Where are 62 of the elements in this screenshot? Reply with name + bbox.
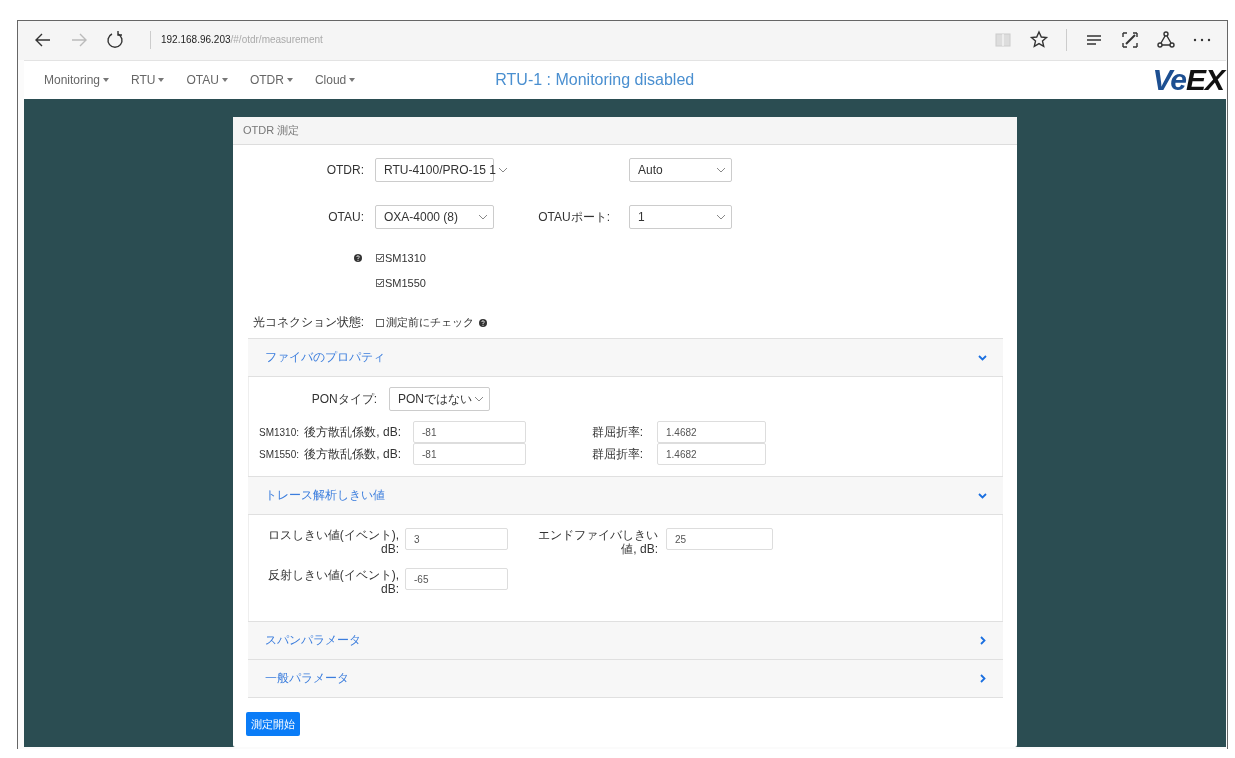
section-header[interactable]: スパンパラメータ [248,621,1003,660]
chevron-right-icon [978,674,987,683]
row-label: SM1550: [259,448,301,460]
caret-icon [286,77,293,82]
field-label: 反射しきい値(イベント), dB: [266,568,399,596]
caret-icon [103,77,110,82]
chevron-down-icon [479,214,487,220]
row-label: SM1310: [259,426,301,438]
chevron-down-icon [498,167,507,173]
field-label: OTAUポート: [537,208,611,226]
checkbox-label: SM1310 [385,252,426,264]
checkbox[interactable] [376,279,384,287]
help-icon[interactable] [354,254,362,262]
logo: VeEX [1152,64,1224,95]
input-field[interactable]: -81 [413,421,526,443]
section-header[interactable]: ファイバのプロパティ [248,338,1003,377]
tick-icon [377,280,383,286]
start-button[interactable]: 測定開始 [246,712,300,736]
caret-icon [221,77,228,82]
dropdown[interactable]: Auto [629,158,732,182]
input-field[interactable]: 1.4682 [657,443,766,465]
input-field[interactable]: -65 [405,568,508,590]
help-icon[interactable] [479,318,487,327]
chevron-down-icon [717,167,725,173]
field-label: OTDR: [325,163,365,177]
dropdown[interactable]: 1 [629,205,732,229]
caret-icon [349,77,356,82]
field-label: エンドファイバしきい値, dB: [537,528,658,556]
field-label: 群屈折率: [590,423,644,441]
checkbox[interactable] [376,318,384,327]
checkbox[interactable] [376,254,384,262]
chevron-down-icon [717,214,725,220]
dropdown[interactable]: PONではない [389,387,490,411]
field-label: 群屈折率: [590,445,644,463]
field-label: 後方散乱係数, dB: [303,445,402,463]
caret-icon [158,77,165,82]
field-label: PONタイプ: [310,390,378,408]
dropdown[interactable]: OXA-4000 (8) [375,205,494,229]
field-label: 光コネクション状態: [251,314,365,331]
nav-menu[interactable]: OTAU [186,72,228,87]
nav-menu[interactable]: RTU [131,72,165,87]
checkbox-label: 測定前にチェック [386,315,474,330]
field-label: 後方散乱係数, dB: [303,423,402,441]
chevron-down-icon [978,491,987,500]
nav-menu[interactable]: Monitoring [44,72,110,87]
input-field[interactable]: 1.4682 [657,421,766,443]
nav-menu[interactable]: OTDR [249,72,293,87]
chevron-down-icon [978,353,987,362]
chevron-right-icon [978,636,987,645]
status-text: RTU-1 : Monitoring disabled [495,70,696,89]
checkbox-label: SM1550 [385,277,426,289]
field-label: ロスしきい値(イベント), dB: [266,528,399,556]
input-field[interactable]: 25 [666,528,773,550]
chevron-down-icon [475,396,483,402]
section-header[interactable]: トレース解析しきい値 [248,476,1003,515]
input-field[interactable]: -81 [413,443,526,465]
nav-menu[interactable]: Cloud [314,72,356,87]
input-field[interactable]: 3 [405,528,508,550]
section-header[interactable]: 一般パラメータ [248,659,1003,698]
tick-icon [377,255,383,261]
card-title: OTDR 測定 [233,117,1017,145]
field-label: OTAU: [327,210,365,224]
